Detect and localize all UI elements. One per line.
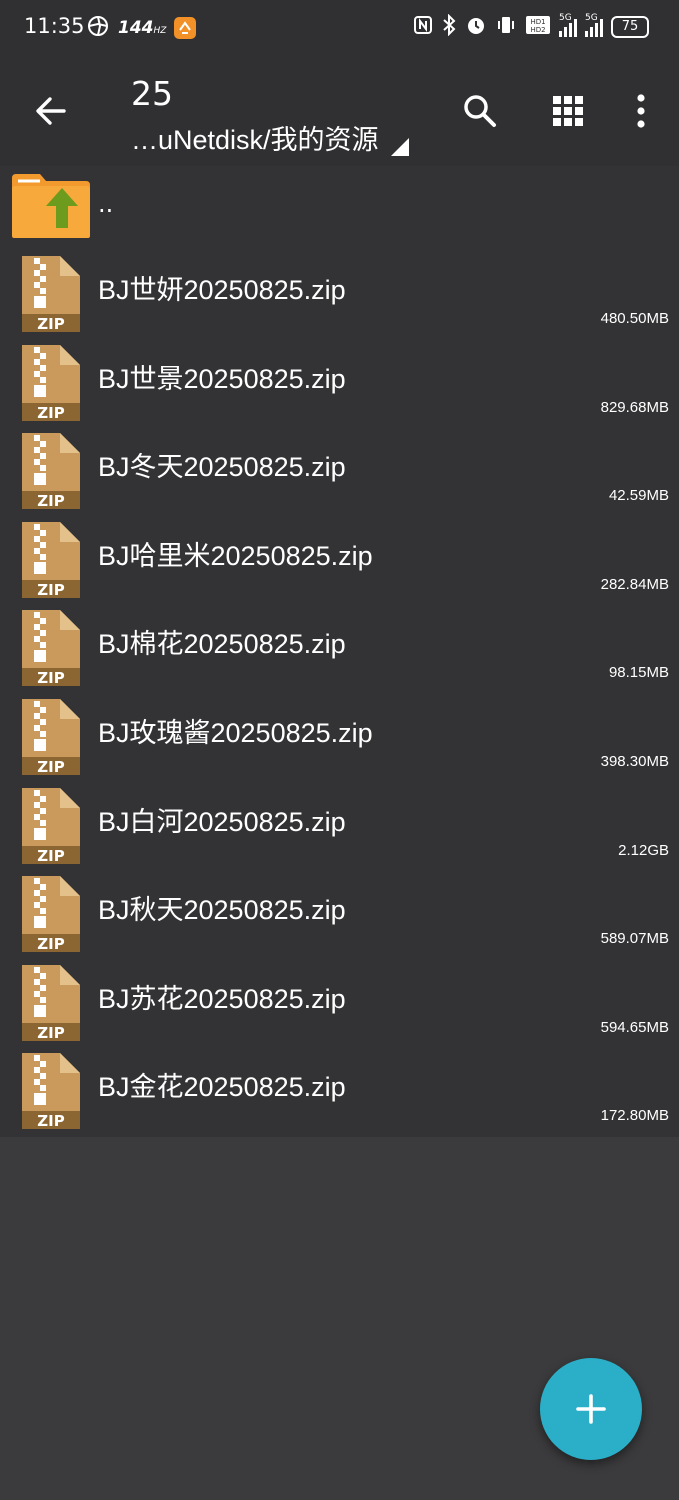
- parent-directory-label: ..: [98, 190, 114, 218]
- zip-icon-label: ZIP: [37, 404, 64, 422]
- file-name: BJ世景20250825.zip: [98, 363, 346, 394]
- file-size: 589.07MB: [600, 930, 669, 948]
- zip-file-icon: ZIP: [22, 787, 80, 865]
- zip-file-icon: ZIP: [22, 521, 80, 599]
- file-name: BJ苏花20250825.zip: [98, 983, 346, 1014]
- app-bar-actions: [445, 86, 661, 136]
- file-row[interactable]: ZIP BJ白河20250825.zip 2.12GB: [0, 776, 679, 865]
- file-size: 282.84MB: [600, 575, 669, 593]
- zip-file-icon: ZIP: [22, 699, 80, 776]
- zip-file-icon: ZIP: [22, 433, 80, 510]
- status-time: 11:35: [24, 14, 85, 38]
- folder-up-icon: [12, 174, 90, 238]
- app-badge-icon: [174, 17, 197, 39]
- status-bar: 11:35 144HZ HD1 HD2 5G 5G 75: [0, 0, 679, 56]
- zip-icon-label: ZIP: [37, 581, 64, 599]
- hd-icon: HD1 HD2: [525, 14, 551, 40]
- grid-view-icon: [553, 96, 583, 126]
- more-options-button[interactable]: [621, 86, 661, 136]
- file-row[interactable]: ZIP BJ哈里米20250825.zip 282.84MB: [0, 510, 679, 599]
- zip-icon-label: ZIP: [37, 669, 64, 687]
- file-size: 2.12GB: [618, 841, 669, 859]
- file-row[interactable]: ZIP BJ苏花20250825.zip 594.65MB: [0, 953, 679, 1042]
- file-row[interactable]: ZIP BJ玫瑰酱20250825.zip 398.30MB: [0, 687, 679, 776]
- svg-text:HD2: HD2: [530, 26, 545, 34]
- zip-icon-label: ZIP: [37, 1112, 64, 1130]
- file-size: 398.30MB: [600, 753, 669, 770]
- zip-icon-label: ZIP: [37, 758, 64, 776]
- nfc-icon: [413, 15, 433, 39]
- file-name: BJ世妍20250825.zip: [98, 275, 346, 305]
- zip-file-icon: ZIP: [22, 610, 80, 687]
- zip-icon-label: ZIP: [37, 847, 64, 865]
- file-name: BJ白河20250825.zip: [98, 806, 346, 837]
- file-size: 480.50MB: [600, 310, 669, 327]
- bluetooth-icon: [441, 13, 457, 40]
- file-name: BJ金花20250825.zip: [98, 1072, 346, 1103]
- status-right-icons: HD1 HD2 5G 5G 75: [413, 13, 649, 40]
- battery-icon: 75: [611, 16, 649, 38]
- zip-icon-label: ZIP: [37, 315, 64, 333]
- file-list: .. ZIP BJ世妍20250825.zip 480.50MB ZIP BJ世景202…: [0, 166, 679, 1137]
- svg-text:HD1: HD1: [530, 18, 545, 26]
- file-size: 98.15MB: [608, 664, 669, 682]
- file-row[interactable]: ZIP BJ世景20250825.zip 829.68MB: [0, 333, 679, 422]
- file-name: BJ玫瑰酱20250825.zip: [98, 718, 373, 748]
- zip-file-icon: ZIP: [22, 256, 80, 333]
- refresh-rate: 144HZ: [118, 18, 167, 38]
- back-button[interactable]: [26, 86, 76, 136]
- path-breadcrumb[interactable]: …uNetdisk/我的资源: [131, 118, 409, 157]
- path-label: …uNetdisk/我的资源: [131, 125, 379, 155]
- file-row[interactable]: ZIP BJ冬天20250825.zip 42.59MB: [0, 421, 679, 510]
- plus-icon: [576, 1394, 606, 1424]
- file-row[interactable]: ZIP BJ金花20250825.zip 172.80MB: [0, 1041, 679, 1130]
- file-name: BJ哈里米20250825.zip: [98, 540, 373, 571]
- file-row[interactable]: ZIP BJ棉花20250825.zip 98.15MB: [0, 598, 679, 687]
- signal-5g-icon: 5G: [585, 13, 603, 37]
- hotspot-icon: [86, 14, 110, 42]
- file-size: 42.59MB: [608, 487, 669, 505]
- file-size: 829.68MB: [600, 398, 669, 416]
- dropdown-caret-icon: [390, 137, 409, 156]
- zip-file-icon: ZIP: [22, 964, 80, 1042]
- file-row[interactable]: ZIP BJ秋天20250825.zip 589.07MB: [0, 864, 679, 953]
- add-button[interactable]: [540, 1358, 642, 1460]
- file-size: 594.65MB: [600, 1018, 669, 1036]
- back-arrow-icon: [36, 97, 66, 125]
- file-name: BJ冬天20250825.zip: [98, 452, 346, 483]
- zip-icon-label: ZIP: [37, 935, 64, 953]
- more-vert-icon: [637, 94, 645, 128]
- signal-5g-icon: 5G: [559, 13, 577, 37]
- alarm-icon: [465, 14, 487, 40]
- parent-directory-row[interactable]: ..: [0, 166, 679, 244]
- vibrate-icon: [495, 14, 517, 40]
- page-title: 25: [131, 74, 173, 113]
- zip-icon-label: ZIP: [37, 492, 64, 510]
- file-size: 172.80MB: [600, 1107, 669, 1125]
- zip-file-icon: ZIP: [22, 344, 80, 422]
- zip-file-icon: ZIP: [22, 1053, 80, 1130]
- search-button[interactable]: [445, 86, 515, 136]
- grid-view-button[interactable]: [533, 86, 603, 136]
- app-bar: 25 …uNetdisk/我的资源: [0, 56, 679, 166]
- file-name: BJ棉花20250825.zip: [98, 629, 346, 660]
- file-name: BJ秋天20250825.zip: [98, 895, 346, 926]
- zip-icon-label: ZIP: [37, 1024, 64, 1042]
- file-row[interactable]: ZIP BJ世妍20250825.zip 480.50MB: [0, 244, 679, 333]
- status-left-icons: 144HZ: [86, 14, 197, 42]
- zip-file-icon: ZIP: [22, 876, 80, 953]
- search-icon: [464, 95, 496, 127]
